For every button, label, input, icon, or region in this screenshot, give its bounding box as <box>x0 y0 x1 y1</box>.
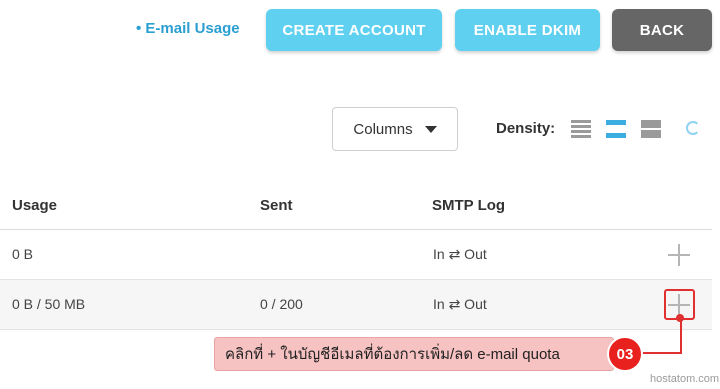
caret-down-icon <box>424 125 437 133</box>
density-standard-icon[interactable] <box>606 120 626 138</box>
back-button[interactable]: BACK <box>612 9 712 51</box>
columns-button[interactable]: Columns <box>332 107 458 151</box>
cell-usage: 0 B <box>12 246 34 262</box>
highlight-connector <box>640 352 682 354</box>
cell-smtp-log[interactable]: In ⇄ Out <box>433 296 487 313</box>
header-sent[interactable]: Sent <box>260 197 293 214</box>
density-comfortable-icon[interactable] <box>641 120 661 138</box>
highlight-connector <box>680 318 682 354</box>
cell-sent: 0 / 200 <box>260 296 303 312</box>
cell-smtp-log[interactable]: In ⇄ Out <box>433 246 487 263</box>
watermark: hostatom.com <box>650 373 720 385</box>
create-account-button[interactable]: CREATE ACCOUNT <box>266 9 442 51</box>
step-badge: 03 <box>607 336 643 372</box>
header-usage[interactable]: Usage <box>12 197 57 214</box>
plus-icon[interactable] <box>668 244 690 266</box>
refresh-icon[interactable] <box>686 121 700 135</box>
table-header: Usage Sent SMTP Log <box>0 180 712 230</box>
cell-usage: 0 B / 50 MB <box>12 296 86 312</box>
instruction-callout: คลิกที่ + ในบัญชีอีเมลที่ต้องการเพิ่ม/ลด… <box>214 337 614 371</box>
columns-label: Columns <box>353 120 413 138</box>
table-row: 0 B / 50 MB 0 / 200 In ⇄ Out <box>0 280 712 330</box>
email-usage-link[interactable]: • E-mail Usage <box>136 20 240 37</box>
density-compact-icon[interactable] <box>571 120 591 138</box>
header-smtp-log[interactable]: SMTP Log <box>432 197 505 214</box>
enable-dkim-button[interactable]: ENABLE DKIM <box>455 9 600 51</box>
table-row: 0 B In ⇄ Out <box>0 230 712 280</box>
density-label: Density: <box>496 120 556 137</box>
